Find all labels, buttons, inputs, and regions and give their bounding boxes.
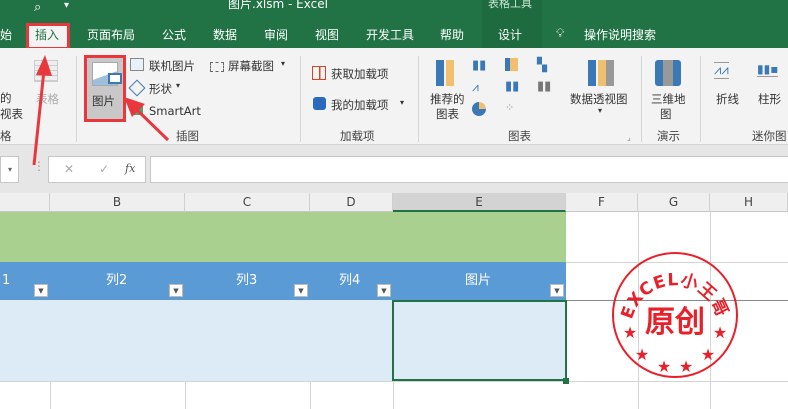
annotation-arrows (32, 55, 170, 166)
